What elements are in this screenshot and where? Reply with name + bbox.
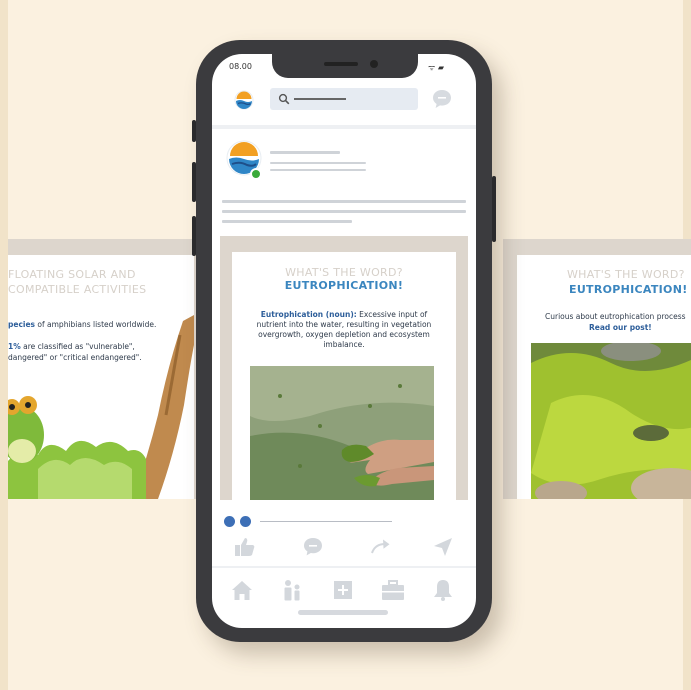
phone-screen: 08.00 ᯤ ▰ WHAT'S THE WORD? EUTROPHICATIO… [212, 54, 476, 628]
post-definition: Eutrophication (noun): Excessive input o… [250, 310, 438, 350]
send-icon[interactable] [431, 536, 455, 558]
carousel-card-left[interactable]: FLOATING SOLAR AND COMPATIBLE ACTIVITIES… [8, 239, 208, 499]
card-right-text-curious: Curious about eutrophication process [545, 312, 686, 321]
people-icon[interactable] [279, 578, 305, 602]
carousel-dot-2[interactable] [240, 516, 251, 527]
algae-hands-photo [250, 366, 434, 500]
post-term: Eutrophication (noun): [260, 310, 357, 319]
share-icon[interactable] [369, 536, 393, 558]
carousel-card-right[interactable]: WHAT'S THE WORD? EUTROPHICATION! Curious… [503, 239, 691, 499]
speaker [324, 62, 358, 66]
caption-line-placeholder [222, 210, 466, 213]
add-icon[interactable] [330, 578, 356, 602]
comment-icon[interactable] [301, 536, 325, 558]
card-right-title-line1: WHAT'S THE WORD? [567, 268, 685, 281]
volume-up-button [192, 162, 196, 202]
author-meta-placeholder-2 [270, 169, 366, 171]
front-camera [370, 60, 378, 68]
caption-line-placeholder [222, 200, 466, 203]
volume-down-button [192, 216, 196, 256]
logo-icon[interactable] [234, 90, 254, 110]
notch [272, 54, 418, 78]
post-title-line1: WHAT'S THE WORD? [285, 266, 403, 279]
author-name-placeholder [270, 151, 340, 154]
status-icons: ᯤ ▰ [428, 63, 444, 72]
status-time: 08.00 [229, 62, 252, 71]
caption-line-placeholder [222, 220, 352, 223]
bell-icon[interactable] [430, 578, 456, 602]
search-input[interactable] [270, 88, 418, 110]
like-icon[interactable] [233, 536, 257, 558]
carousel-dot-1[interactable] [224, 516, 235, 527]
carousel-progress-line [260, 521, 392, 522]
chat-icon[interactable] [430, 87, 454, 111]
post-card-content: WHAT'S THE WORD? EUTROPHICATION! Eutroph… [232, 252, 456, 500]
author-meta-placeholder [270, 162, 366, 164]
card-left-content: FLOATING SOLAR AND COMPATIBLE ACTIVITIES… [8, 255, 194, 499]
post-title-line2: EUTROPHICATION! [284, 279, 404, 292]
post-card[interactable]: WHAT'S THE WORD? EUTROPHICATION! Eutroph… [220, 236, 468, 500]
home-indicator [298, 610, 388, 615]
phone-frame: 08.00 ᯤ ▰ WHAT'S THE WORD? EUTROPHICATIO… [192, 40, 496, 642]
app-top-bar [212, 82, 476, 118]
frog-illustration [8, 315, 194, 499]
left-edge-decoration [0, 0, 8, 690]
home-icon[interactable] [229, 578, 255, 602]
online-indicator [250, 168, 262, 180]
briefcase-icon[interactable] [380, 578, 406, 602]
top-divider [212, 125, 476, 129]
card-right-title-line2: EUTROPHICATION! [569, 283, 688, 296]
algae-pond-photo [531, 343, 691, 499]
search-placeholder-line [294, 98, 346, 100]
search-icon [278, 93, 290, 105]
read-post-link[interactable]: Read our post! [589, 323, 652, 332]
bottom-nav-divider [212, 566, 476, 568]
card-right-text-read: Read our post! [589, 323, 652, 333]
mute-switch [192, 120, 196, 142]
power-button [492, 176, 496, 242]
